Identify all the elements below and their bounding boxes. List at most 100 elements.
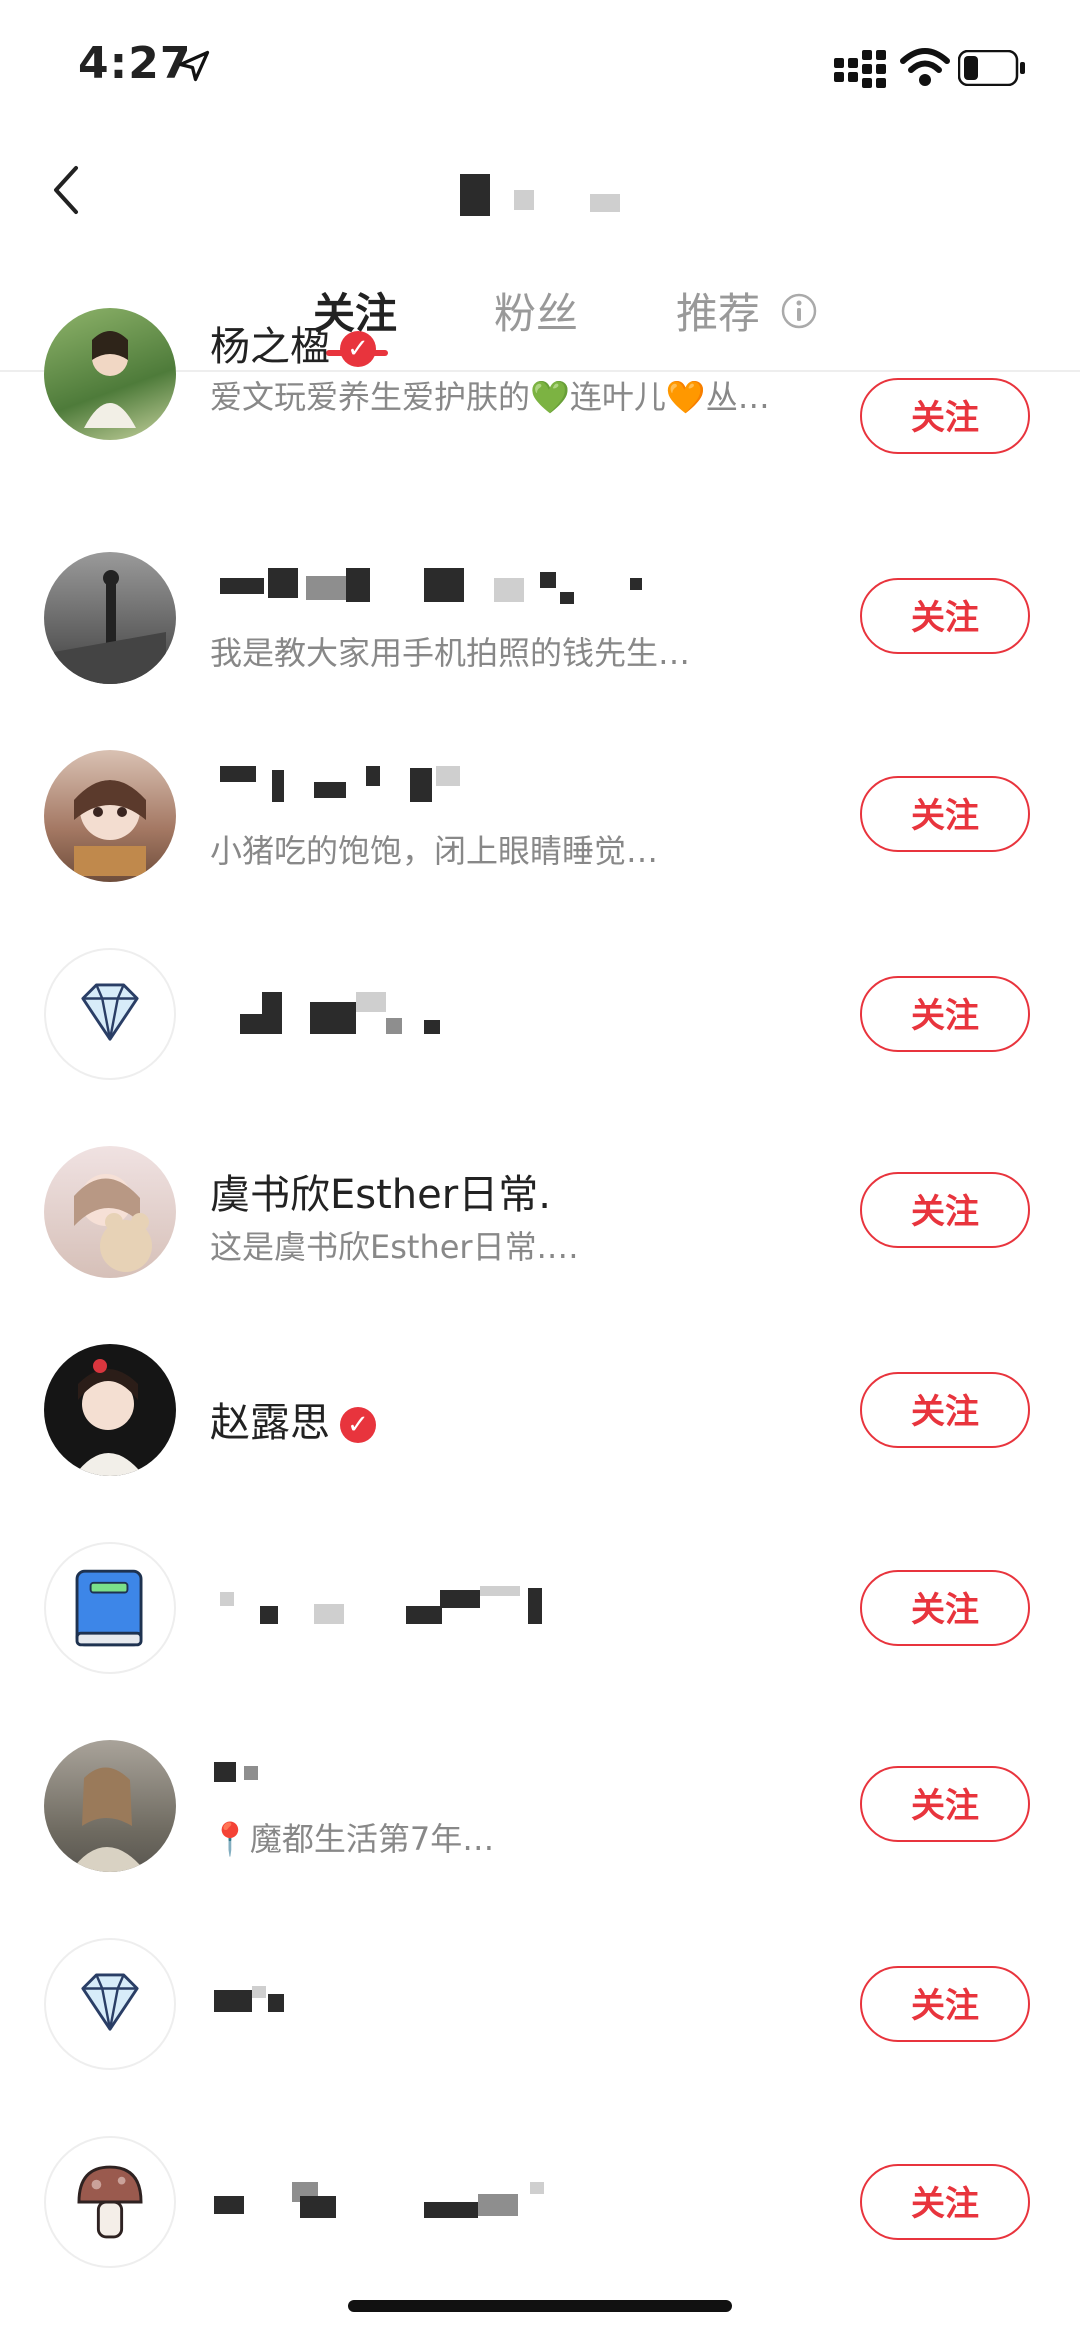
user-name: 虞书欣Esther日常. [210, 1172, 551, 1218]
avatar[interactable] [44, 750, 176, 882]
user-description: 📍魔都生活第7年… [210, 1820, 495, 1858]
avatar[interactable] [44, 308, 176, 440]
follow-button[interactable]: 关注 [860, 1172, 1030, 1248]
redacted-block [220, 766, 256, 782]
redacted-block [244, 1766, 258, 1780]
avatar[interactable] [44, 552, 176, 684]
back-arrow-icon[interactable] [46, 160, 86, 220]
follow-button[interactable]: 关注 [860, 976, 1030, 1052]
mushroom-icon [77, 2165, 143, 2239]
redacted-block [214, 1990, 252, 2012]
follow-button[interactable]: 关注 [860, 1966, 1030, 2042]
list-item[interactable]: 赵露思 ✓ 关注 [0, 1334, 1080, 1532]
user-name-text: 杨之楹 [210, 324, 330, 370]
redacted-block [424, 568, 464, 602]
user-name-text: 赵露思 [210, 1400, 330, 1446]
redacted-block [268, 1994, 284, 2012]
list-item[interactable]: 关注 [0, 1928, 1080, 2126]
list-item[interactable]: 杨之楹 ✓ 爱文玩爱养生爱护肤的💚连叶儿🧡丛… 关注 [0, 308, 1080, 520]
user-name [210, 1986, 330, 2016]
diamond-icon [81, 983, 139, 1041]
redacted-block [356, 992, 386, 1012]
status-bar: 4:27 [0, 0, 1080, 130]
redacted-block [440, 1590, 480, 1608]
redacted-block [494, 578, 524, 602]
redacted-block [220, 1592, 234, 1606]
user-name [210, 1762, 310, 1792]
redacted-block [220, 578, 264, 594]
redacted-block [406, 1606, 442, 1624]
redacted-block [262, 992, 282, 1034]
list-item[interactable]: 📍魔都生活第7年… 关注 [0, 1730, 1080, 1928]
follow-button[interactable]: 关注 [860, 1372, 1030, 1448]
page-title [440, 166, 640, 226]
cellular-signal-icon [834, 50, 886, 88]
redacted-block [560, 592, 574, 604]
home-indicator[interactable] [348, 2300, 732, 2312]
user-description: 爱文玩爱养生爱护肤的💚连叶儿🧡丛… [210, 378, 770, 416]
user-name [210, 992, 510, 1034]
redacted-block [272, 770, 284, 802]
redacted-block [314, 1604, 344, 1624]
follow-button[interactable]: 关注 [860, 2164, 1030, 2240]
user-name [210, 2182, 610, 2222]
avatar[interactable] [44, 1938, 176, 2070]
redacted-block [346, 568, 370, 602]
user-description: 小猪吃的饱饱，闭上眼睛睡觉… [210, 832, 659, 870]
user-name [210, 766, 510, 806]
list-item[interactable]: 关注 [0, 938, 1080, 1136]
avatar[interactable] [44, 2136, 176, 2268]
redacted-block [314, 782, 346, 798]
redacted-block [300, 2196, 336, 2218]
redacted-block [630, 578, 642, 590]
redacted-block [310, 1002, 356, 1034]
redacted-block [240, 1014, 262, 1034]
list-item[interactable]: 小猪吃的饱饱，闭上眼睛睡觉… 关注 [0, 740, 1080, 938]
follow-button[interactable]: 关注 [860, 378, 1030, 454]
verified-icon: ✓ [340, 1407, 376, 1443]
follow-button[interactable]: 关注 [860, 578, 1030, 654]
redacted-block [590, 194, 620, 212]
battery-icon [958, 50, 1025, 86]
avatar[interactable] [44, 1542, 176, 1674]
user-description: 我是教大家用手机拍照的钱先生… [210, 634, 691, 672]
wifi-icon [900, 48, 950, 86]
redacted-block [260, 1606, 278, 1624]
user-name [210, 568, 660, 608]
verified-icon: ✓ [340, 331, 376, 367]
list-item[interactable]: 虞书欣Esther日常. 这是虞书欣Esther日常.… 关注 [0, 1136, 1080, 1334]
avatar[interactable] [44, 1344, 176, 1476]
redacted-block [214, 2196, 244, 2214]
follow-button[interactable]: 关注 [860, 1570, 1030, 1646]
list-item[interactable]: 我是教大家用手机拍照的钱先生… 关注 [0, 542, 1080, 740]
user-name [210, 1586, 610, 1626]
list-item[interactable]: 关注 [0, 1532, 1080, 1730]
avatar[interactable] [44, 1740, 176, 1872]
user-name: 杨之楹 ✓ [210, 314, 376, 372]
redacted-block [410, 768, 432, 802]
user-name: 赵露思 ✓ [210, 1390, 376, 1448]
redacted-block [306, 576, 346, 600]
avatar[interactable] [44, 948, 176, 1080]
redacted-block [252, 1986, 266, 1998]
redacted-block [214, 1762, 236, 1782]
redacted-block [436, 766, 460, 786]
user-description: 这是虞书欣Esther日常.… [210, 1228, 579, 1266]
status-time: 4:27 [78, 38, 192, 89]
list-item[interactable]: 关注 [0, 2126, 1080, 2324]
diamond-icon [81, 1973, 139, 2031]
location-arrow-icon [178, 50, 210, 82]
redacted-block [514, 190, 534, 210]
redacted-block [478, 2194, 518, 2216]
redacted-block [366, 766, 380, 786]
follow-button[interactable]: 关注 [860, 776, 1030, 852]
redacted-block [460, 174, 490, 216]
redacted-block [540, 572, 556, 588]
book-icon [75, 1569, 143, 1647]
avatar[interactable] [44, 1146, 176, 1278]
redacted-block [386, 1018, 402, 1034]
redacted-block [424, 2202, 478, 2218]
redacted-block [530, 2182, 544, 2194]
redacted-block [528, 1588, 542, 1624]
follow-button[interactable]: 关注 [860, 1766, 1030, 1842]
